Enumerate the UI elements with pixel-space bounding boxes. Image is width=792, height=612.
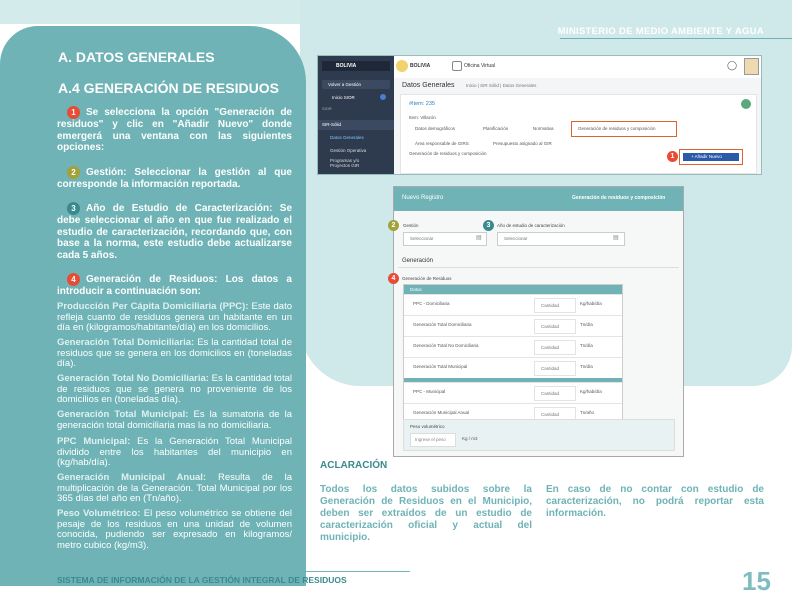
sidebar-item-sir[interactable]: SIR-Sólid: [318, 120, 394, 130]
table-row: PPC - Municipal Cantidad Kg/hab/día: [404, 382, 622, 403]
quantity-input[interactable]: Cantidad: [534, 386, 576, 401]
table-header: Datos: [404, 285, 622, 294]
office-icon: [452, 61, 462, 71]
step-3: 3 Año de Estudio de Caracterización: Se d…: [57, 202, 292, 261]
step-2: 2 Gestión: Seleccionar la gestión al que …: [57, 166, 292, 191]
year-label: Año de estudio de caracterización: [497, 223, 565, 228]
table-row: Generación Total Municipal Cantidad Tn/día: [404, 357, 622, 378]
modal-title: Nuevo Registro: [402, 195, 444, 201]
add-new-button[interactable]: + Añadir Nuevo: [683, 153, 739, 161]
tab-planificacion[interactable]: Planificación: [483, 126, 508, 131]
add-new-highlight: + Añadir Nuevo: [679, 149, 743, 165]
gestion-label: Gestión: [403, 223, 419, 228]
calendar-icon: ▤: [613, 235, 619, 241]
peso-label: Peso volumétrico: [410, 424, 445, 429]
table-row: Generación Total Domiciliaria Cantidad Tn/…: [404, 315, 622, 336]
definition-gen-municipal: Generación Total Municipal: Es la sumato…: [57, 409, 292, 431]
bolivia-logo-icon: [396, 60, 408, 72]
user-avatar[interactable]: [744, 58, 759, 75]
sidebar-item-gestion-operativa[interactable]: Gestión Operativa: [330, 148, 366, 153]
notification-icon[interactable]: ◯: [727, 60, 737, 71]
sidebar-item-volver[interactable]: Volver a Gestión: [322, 80, 390, 89]
section-label: Generación de residuos y composición: [409, 151, 487, 156]
section-title: A. DATOS GENERALES: [58, 49, 215, 65]
step-text: Se selecciona la opción "Generación de r…: [57, 107, 292, 153]
step-text: Año de Estudio de Caracterización: Se de…: [57, 203, 292, 261]
clarification-title: ACLARACIÓN: [320, 460, 388, 471]
footer-divider: [40, 571, 410, 572]
gen-residuos-label: Generación de Residuos: [402, 276, 452, 281]
tab-normativa[interactable]: Normativa: [533, 126, 554, 131]
page-title: Datos Generales: [402, 82, 455, 89]
ministry-header: MINISTERIO DE MEDIO AMBIENTE Y AGUA: [557, 26, 764, 37]
callout-badge-1: 1: [667, 151, 678, 162]
definition-peso-volumetrico: Peso Volumétrico: El peso volumétrico se…: [57, 508, 293, 551]
peso-unit: Kg / m3: [462, 436, 478, 441]
callout-badge-4: 4: [388, 273, 399, 284]
tab-generacion-residuos[interactable]: Generación de residuos y composición: [571, 121, 677, 137]
modal-subtitle: Generación de residuos y composición: [572, 195, 666, 201]
definition-ppc-municipal: PPC Municipal: Es la Generación Total Mu…: [57, 436, 292, 468]
definition-ppc: Producción Per Cápita Domiciliaria (PPC)…: [57, 301, 293, 333]
step-number-badge: 3: [67, 202, 80, 215]
clarification-col1: Todos los datos subidos sobre la Generac…: [320, 484, 532, 543]
peso-input[interactable]: Ingrese el peso: [410, 433, 456, 447]
app-sidebar: BOLIVIA Volver a Gestión Inicio SIOR SIO…: [318, 56, 394, 174]
step-number-badge: 2: [67, 166, 80, 179]
definition-gen-anual: Generación Municipal Anual: Resulta de l…: [57, 472, 292, 504]
sidebar-logo-box: BOLIVIA: [322, 61, 390, 71]
step-4: 4 Generación de Residuos: Los datos a int…: [57, 273, 292, 298]
screenshot-datos-generales: BOLIVIA Volver a Gestión Inicio SIOR SIO…: [317, 55, 762, 175]
step-text: Gestión: Seleccionar la gestión al que c…: [57, 167, 292, 190]
app-topbar: BOLIVIA Oficina Virtual ◯: [394, 56, 761, 79]
item-id: #Item: 235: [409, 101, 435, 107]
quantity-input[interactable]: Cantidad: [534, 361, 576, 376]
calendar-icon: ▤: [476, 235, 482, 241]
callout-badge-3: 3: [483, 220, 494, 231]
screenshot-nuevo-registro: Nuevo Registro Generación de residuos y …: [388, 186, 684, 457]
tab-area-responsable[interactable]: Área responsable de GIRS: [415, 141, 469, 146]
footer-system-name: SISTEMA DE INFORMACIÓN DE LA GESTIÓN INT…: [57, 575, 347, 585]
item-name: Item: Villazón: [409, 115, 436, 120]
definition-gen-domiciliaria: Generación Total Domiciliaria: Es la can…: [57, 337, 292, 369]
sidebar-item-inicio[interactable]: Inicio SIOR: [322, 93, 390, 102]
gestion-select[interactable]: Seleccionar ▤: [403, 232, 487, 246]
tab-datos-demograficos[interactable]: Datos demográficos: [415, 126, 455, 131]
sidebar-item-datos-generales[interactable]: Datos Generales: [330, 135, 364, 140]
quantity-input[interactable]: Cantidad: [534, 319, 576, 334]
tab-presupuesto[interactable]: Presupuesto asignado al GIR: [493, 141, 552, 146]
office-menu[interactable]: Oficina Virtual: [464, 63, 495, 69]
table-row: PPC - Domiciliaria Cantidad Kg/hab/día: [404, 294, 622, 315]
add-icon[interactable]: [741, 99, 751, 109]
peso-volumetrico-box: Peso volumétrico Ingrese el peso Kg / m3: [403, 419, 675, 451]
step-number-badge: 4: [67, 273, 80, 286]
divider: [398, 267, 679, 268]
section-generacion: Generación: [402, 258, 434, 264]
generation-table: Datos PPC - Domiciliaria Cantidad Kg/hab/d…: [403, 284, 623, 425]
step-text: Generación de Residuos: Los datos a intr…: [57, 274, 292, 297]
quantity-input[interactable]: Cantidad: [534, 298, 576, 313]
page-number: 15: [742, 566, 771, 596]
breadcrumb: Inicio | SIR Sólid | Datos Generales: [466, 83, 537, 88]
clarification-col2: En caso de no contar con estudio de cara…: [546, 484, 764, 519]
sidebar-toggle-icon: [380, 94, 386, 100]
step-number-badge: 1: [67, 106, 80, 119]
definition-gen-no-domiciliaria: Generación Total No Domiciliaria: Es la …: [57, 373, 292, 405]
content-card: #Item: 235 Item: Villazón Datos demográf…: [400, 94, 757, 174]
sidebar-item-programas[interactable]: Programas y/o Proyectos GIR: [330, 158, 370, 168]
callout-badge-2: 2: [388, 220, 399, 231]
subsection-title: A.4 GENERACIÓN DE RESIDUOS: [58, 80, 279, 96]
table-row: Generación Total No Domiciliaria Cantidad…: [404, 336, 622, 357]
modal-header: Nuevo Registro Generación de residuos y …: [394, 187, 683, 211]
quantity-input[interactable]: Cantidad: [534, 340, 576, 355]
step-1: 1 Se selecciona la opción "Generación de …: [57, 106, 292, 154]
year-select[interactable]: Seleccionar ▤: [497, 232, 625, 246]
app-content: Datos Generales Inicio | SIR Sólid | Dat…: [394, 78, 761, 174]
header-divider: [560, 38, 792, 39]
